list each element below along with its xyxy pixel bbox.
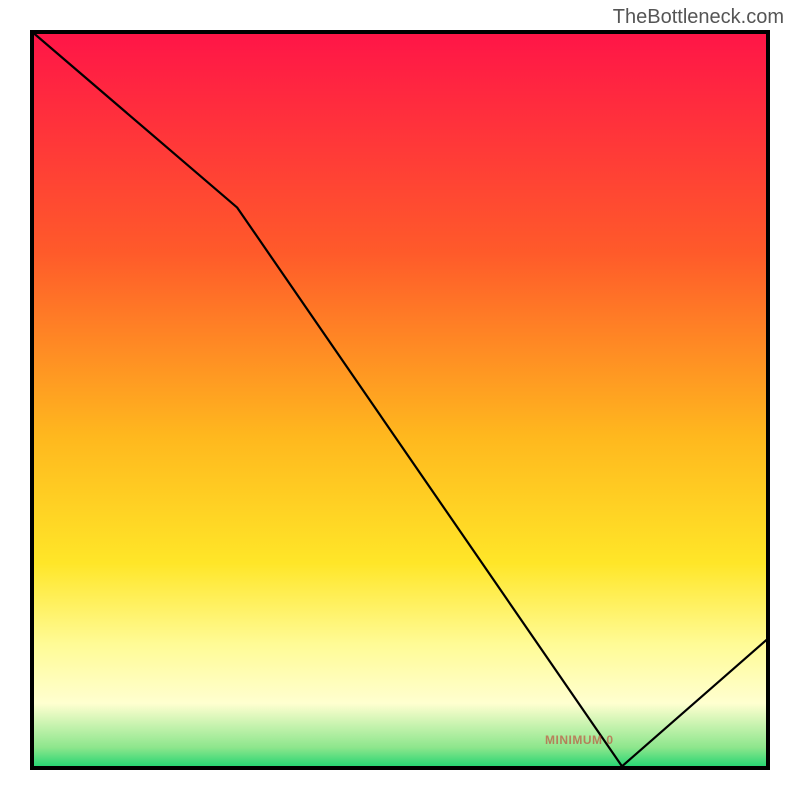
watermark-text: TheBottleneck.com	[613, 6, 784, 29]
minimum-annotation: MINIMUM 0	[545, 733, 614, 747]
chart-frame	[30, 30, 770, 770]
